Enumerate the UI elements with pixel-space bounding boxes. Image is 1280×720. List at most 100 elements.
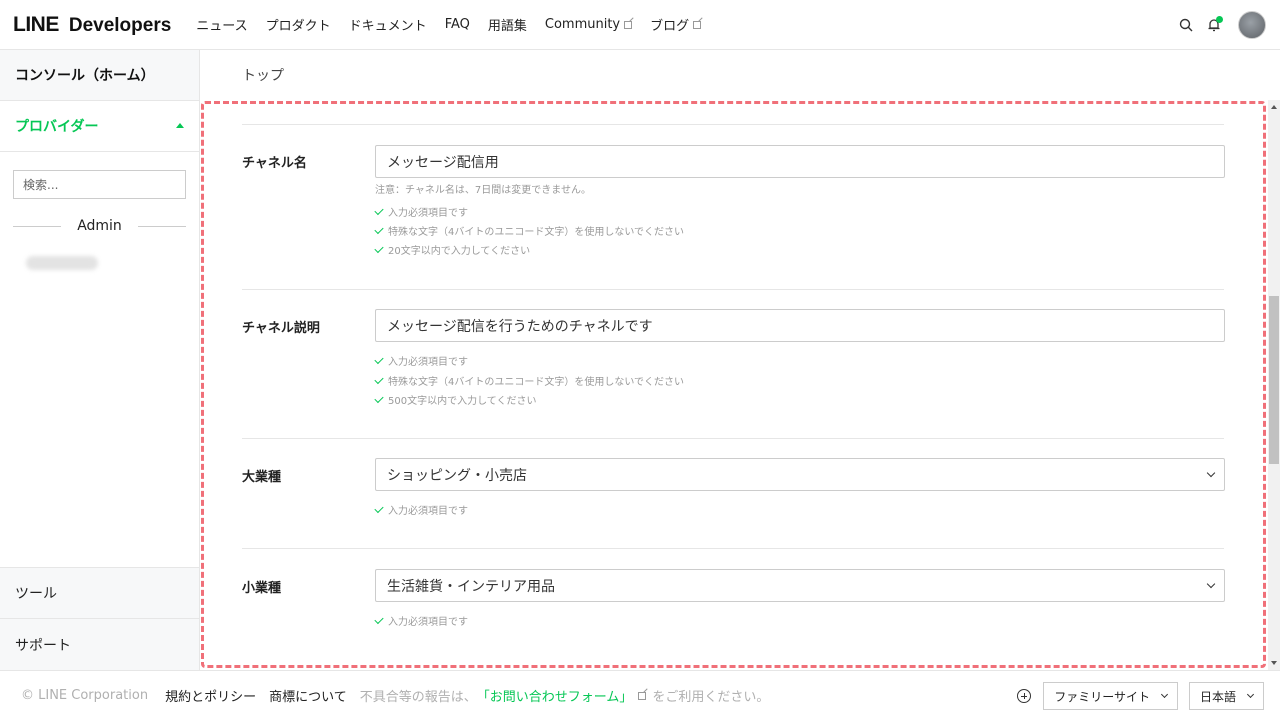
field-value: 生活雑貨・インテリア用品 [387,578,555,595]
sidebar-item-support[interactable]: サポート [0,618,199,670]
channel-description-input[interactable]: メッセージ配信を行うためのチャネルです [375,309,1225,342]
nav-faq[interactable]: FAQ [445,17,470,32]
report-suffix: をご利用ください。 [652,690,770,705]
validation-text: 500文字以内で入力してください [388,396,537,407]
nav-products-label: プロダクト [265,19,331,34]
validation-text: 20文字以内で入力してください [388,246,531,257]
validation-item: 500文字以内で入力してください [374,392,537,407]
nav-glossary-label: 用語集 [487,19,527,34]
family-site-select[interactable]: ファミリーサイト [1043,682,1178,710]
channel-name-input[interactable]: メッセージ配信用 [375,145,1225,178]
validation-item: 20文字以内で入力してください [374,242,531,257]
external-link-icon [693,20,702,29]
check-icon [374,374,384,384]
copyright: © LINE Corporation [21,688,149,703]
avatar[interactable] [1238,11,1266,39]
breadcrumb[interactable]: トップ [242,65,284,85]
check-icon [374,614,384,624]
external-link-icon [638,691,647,700]
validation-text: 入力必須項目です [388,617,468,628]
form-row-minor-industry: 小業種 生活雑貨・インテリア用品 入力必須項目です [242,548,1225,670]
sidebar-item-label: プロバイダー [15,119,99,135]
scroll-down-arrow-icon[interactable] [1271,661,1277,665]
nav-documents[interactable]: ドキュメント [349,15,427,34]
external-link-icon [624,20,633,29]
language-select[interactable]: 日本語 [1188,682,1264,710]
sidebar-item-label: ツール [15,586,57,602]
footer: © LINE Corporation 規約とポリシー 商標について 不具合等の報… [0,670,1280,720]
validation-item: 入力必須項目です [374,353,468,368]
chevron-down-icon [1246,690,1255,699]
nav-blog[interactable]: ブログ [650,15,702,34]
nav-community-label: Community [544,17,621,32]
check-icon [374,393,384,403]
sidebar-item-tools[interactable]: ツール [0,567,199,618]
nav-blog-label: ブログ [650,19,690,34]
field-label: 大業種 [242,470,282,485]
validation-item: 入力必須項目です [374,613,468,628]
validation-text: 特殊な文字（4バイトのユニコード文字）を使用しないでください [388,227,685,238]
validation-item: 特殊な文字（4バイトのユニコード文字）を使用しないでください [374,223,685,238]
nav-glossary[interactable]: 用語集 [488,15,527,34]
chevron-down-icon [1160,690,1169,699]
admin-section-label: Admin [77,218,122,234]
content-scrollbar[interactable] [1268,100,1280,670]
sidebar-item-label: サポート [15,637,71,654]
check-icon [374,243,384,253]
nav-faq-label: FAQ [444,17,470,32]
logo-line-text: LINE [13,12,59,36]
provider-item-blurred[interactable] [26,256,98,270]
check-icon [374,224,384,234]
chevron-down-icon [1206,468,1216,478]
form-row-channel-description: チャネル説明 メッセージ配信を行うためのチャネルです 入力必須項目です 特殊な文… [242,289,1225,439]
nav-news[interactable]: ニュース [196,15,247,34]
field-label: チャネル説明 [242,321,320,336]
validation-text: 入力必須項目です [388,357,468,368]
divider [13,225,62,227]
check-icon [374,354,384,364]
bell-icon[interactable] [1204,15,1224,35]
nav-products[interactable]: プロダクト [266,15,331,34]
nav-news-label: ニュース [196,19,248,34]
field-note: 注意：チャネル名は、7日間は変更できません。 [375,185,591,196]
trademark-link[interactable]: 商標について [269,686,347,705]
check-icon [374,205,384,215]
form-row-channel-name: チャネル名 メッセージ配信用 注意：チャネル名は、7日間は変更できません。 入力… [242,124,1225,289]
major-industry-select[interactable]: ショッピング・小売店 [375,458,1225,491]
form-row-major-industry: 大業種 ショッピング・小売店 入力必須項目です [242,438,1225,548]
report-note: 不具合等の報告は、 「お問い合わせフォーム」 をご利用ください。 [360,686,770,705]
field-value: ショッピング・小売店 [387,467,527,484]
line-developers-logo[interactable]: LINE Developers [13,13,171,37]
validation-text: 入力必須項目です [388,506,468,517]
header-actions [1168,0,1266,50]
sidebar-item-providers[interactable]: プロバイダー [0,101,199,152]
minor-industry-select[interactable]: 生活雑貨・インテリア用品 [375,569,1225,602]
divider [137,225,186,227]
footer-controls: ファミリーサイト 日本語 [1017,682,1264,710]
plus-circle-icon[interactable] [1017,689,1032,703]
sidebar: コンソール（ホーム） プロバイダー Admin ツール サポート [0,50,200,670]
sidebar-item-label: コンソール（ホーム） [15,68,155,84]
nav-documents-label: ドキュメント [348,19,427,34]
notification-dot [1216,16,1223,23]
nav-community[interactable]: Community [544,17,633,32]
main-nav: ニュース プロダクト ドキュメント FAQ 用語集 Community ブログ [196,15,719,34]
field-label: チャネル名 [242,156,307,171]
field-label: 小業種 [242,581,282,596]
sidebar-item-console-home[interactable]: コンソール（ホーム） [0,50,199,101]
caret-up-icon [176,123,184,128]
validation-item: 入力必須項目です [374,502,468,517]
top-header: LINE Developers ニュース プロダクト ドキュメント FAQ 用語… [0,0,1280,50]
terms-link[interactable]: 規約とポリシー [165,686,256,705]
validation-item: 入力必須項目です [374,204,468,219]
field-value: メッセージ配信を行うためのチャネルです [387,318,653,335]
provider-search-input[interactable] [13,170,186,199]
check-icon [374,503,384,513]
chevron-down-icon [1206,579,1216,589]
field-value: メッセージ配信用 [387,154,499,171]
contact-form-link[interactable]: 「お問い合わせフォーム」 [477,686,633,705]
search-icon[interactable] [1176,15,1196,35]
scroll-up-arrow-icon[interactable] [1271,105,1277,109]
scroll-thumb[interactable] [1269,296,1279,464]
validation-item: 特殊な文字（4バイトのユニコード文字）を使用しないでください [374,373,684,388]
